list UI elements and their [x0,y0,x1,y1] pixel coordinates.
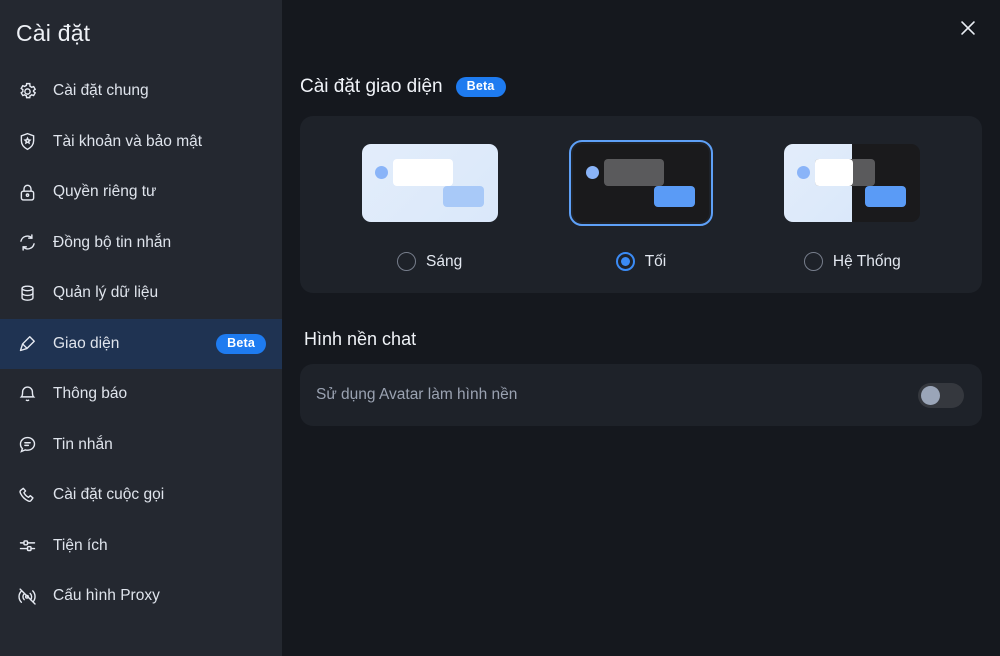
sidebar-item-proxy-config[interactable]: Cấu hình Proxy [0,571,282,622]
sliders-icon [16,535,38,557]
appearance-beta-badge: Beta [455,77,506,97]
chat-icon [16,434,38,456]
sidebar-item-label: Quản lý dữ liệu [53,284,159,302]
radio-circle-light[interactable] [397,252,417,271]
settings-content: Cài đặt giao diện Beta Sáng Tối Hệ Thống… [282,0,1000,426]
sidebar-item-call-settings[interactable]: Cài đặt cuộc gọi [0,470,282,521]
message-bubble-light [815,159,854,186]
sidebar-item-label: Cài đặt cuộc gọi [53,486,165,504]
sidebar-item-utilities[interactable]: Tiện ích [0,521,282,572]
radio-option-light[interactable]: Sáng [342,252,518,271]
bell-icon [16,383,38,405]
gear-icon [16,80,38,102]
accent-block [653,186,695,207]
sidebar-item-privacy[interactable]: Quyền riêng tư [0,167,282,218]
theme-option-light[interactable] [342,140,518,226]
theme-preview-row [310,140,972,226]
radio-option-dark[interactable]: Tối [553,252,729,271]
accent-block [442,186,484,207]
shield-star-icon [16,131,38,153]
theme-option-system[interactable] [764,140,940,226]
sidebar-item-label: Cài đặt chung [53,82,149,100]
main-content: Cài đặt giao diện Beta Sáng Tối Hệ Thống… [282,0,1000,656]
settings-window: Cài đặt Cài đặt chung Tài khoản và bảo m… [0,0,1000,656]
sidebar-item-messages[interactable]: Tin nhắn [0,420,282,471]
chat-background-title: Hình nền chat [304,329,417,349]
sidebar-item-label: Tiện ích [53,536,108,554]
message-bubble [392,159,453,186]
sidebar: Cài đặt Cài đặt chung Tài khoản và bảo m… [0,0,282,656]
sidebar-item-label: Cấu hình Proxy [53,587,160,605]
status-badge: Beta [216,334,266,354]
appearance-title: Cài đặt giao diện [300,76,443,97]
close-icon [957,17,979,44]
theme-card-system-wrap[interactable] [780,140,924,226]
close-button[interactable] [948,10,988,50]
theme-card-dark [572,144,709,222]
sidebar-item-label: Tin nhắn [53,435,113,453]
radio-option-system[interactable]: Hệ Thống [764,252,940,271]
page-title: Cài đặt [16,20,91,46]
lock-icon [16,181,38,203]
palette-icon [16,333,38,355]
sidebar-item-appearance[interactable]: Giao diện Beta [0,318,282,369]
sidebar-item-label: Giao diện [53,334,120,352]
sidebar-item-label: Tài khoản và bảo mật [53,132,203,150]
radio-circle-dark[interactable] [615,252,635,271]
sync-icon [16,232,38,254]
avatar-dot [585,166,599,179]
phone-icon [16,484,38,506]
radio-label: Sáng [426,252,463,270]
sidebar-item-account-security[interactable]: Tài khoản và bảo mật [0,117,282,168]
chat-background-row: Sử dụng Avatar làm hình nền [300,364,982,426]
theme-card-light [361,144,498,222]
avatar-dot [374,166,388,179]
theme-option-dark[interactable] [553,140,729,226]
theme-panel: Sáng Tối Hệ Thống [300,116,982,293]
theme-card-light-wrap[interactable] [358,140,502,226]
toggle-knob [921,385,940,405]
sidebar-item-general[interactable]: Cài đặt chung [0,66,282,117]
theme-card-dark-wrap[interactable] [568,140,713,226]
sidebar-item-label: Thông báo [53,385,128,403]
sidebar-item-sync-messages[interactable]: Đồng bộ tin nhắn [0,218,282,269]
avatar-background-toggle[interactable] [918,382,964,408]
sidebar-nav-list: Cài đặt chung Tài khoản và bảo mật Quyền… [0,66,282,622]
theme-radio-row: Sáng Tối Hệ Thống [310,252,972,271]
sidebar-item-label: Đồng bộ tin nhắn [53,233,172,251]
proxy-off-icon [16,585,38,607]
sidebar-item-data-management[interactable]: Quản lý dữ liệu [0,268,282,319]
sidebar-item-notifications[interactable]: Thông báo [0,369,282,420]
sidebar-item-label: Quyền riêng tư [53,183,157,201]
database-icon [16,282,38,304]
radio-label: Tối [644,252,667,270]
theme-card-system [784,144,921,222]
radio-circle-system[interactable] [803,252,823,271]
accent-block [865,186,907,207]
message-bubble [603,159,664,186]
avatar-background-label: Sử dụng Avatar làm hình nền [316,386,518,403]
appearance-section-header: Cài đặt giao diện Beta [300,76,982,98]
radio-label: Hệ Thống [832,252,901,270]
